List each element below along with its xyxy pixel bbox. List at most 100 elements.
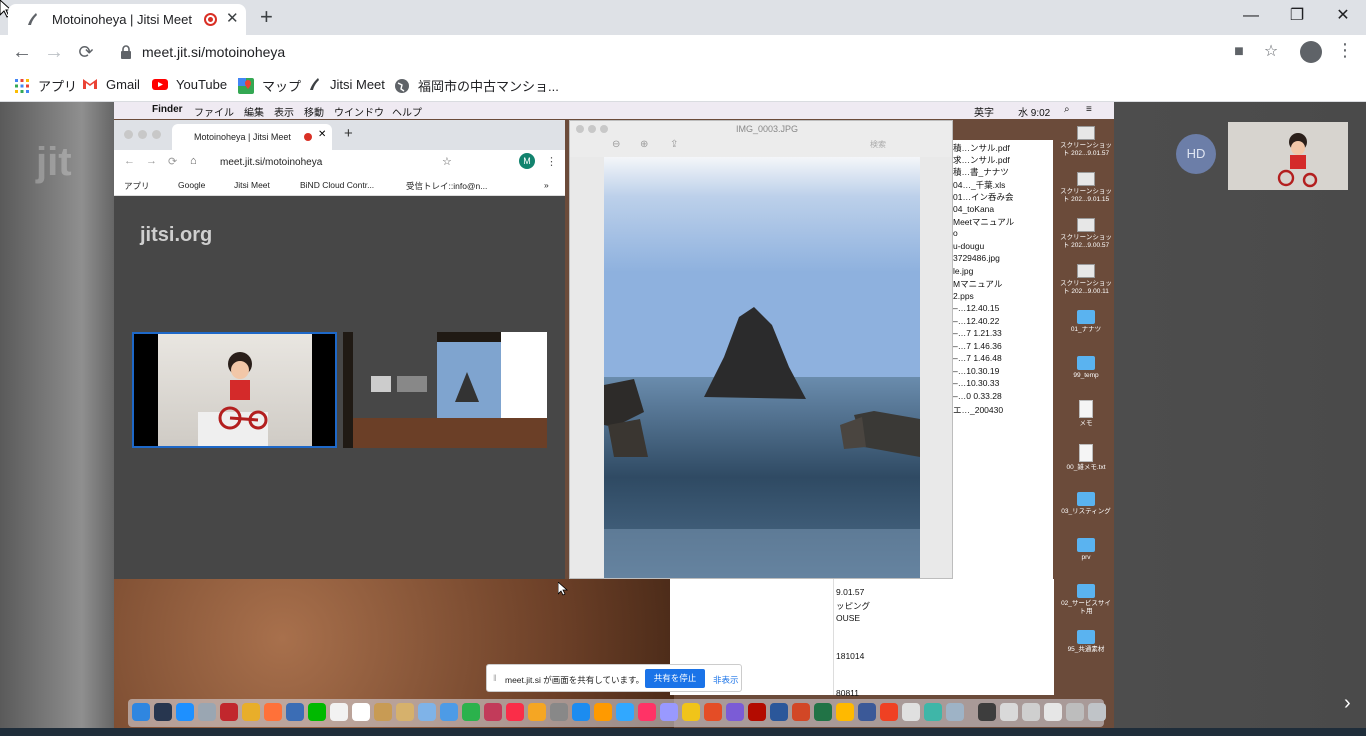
browser-app-icon[interactable]: [704, 703, 722, 721]
inner-bookmark-overflow[interactable]: »: [544, 180, 549, 190]
bookmark-gmail[interactable]: Gmail: [82, 76, 140, 92]
inner-reload-icon[interactable]: ⟳: [168, 155, 177, 168]
photos-app-icon[interactable]: [418, 703, 436, 721]
finder-file[interactable]: 求…ンサル.pdf: [953, 154, 1010, 166]
forward-button[interactable]: →: [42, 40, 66, 64]
share-icon[interactable]: ⇪: [670, 139, 678, 150]
outlook-app-icon[interactable]: [836, 703, 854, 721]
camera-icon[interactable]: ■: [1230, 43, 1248, 61]
notes-app-icon[interactable]: [330, 703, 348, 721]
app-store-app-icon[interactable]: [572, 703, 590, 721]
desktop-folder[interactable]: 01_ナナツ: [1058, 310, 1114, 334]
desktop-folder[interactable]: prv: [1058, 538, 1114, 562]
finder-file[interactable]: –…7 1.46.36: [953, 341, 1002, 351]
inner-bookmark[interactable]: 受信トレイ::info@n...: [406, 180, 487, 192]
stack-folder-icon[interactable]: [1066, 703, 1084, 721]
archive-app-icon[interactable]: [396, 703, 414, 721]
tab-close-button[interactable]: ✕: [226, 9, 239, 27]
downloads-folder-icon[interactable]: [1000, 703, 1018, 721]
desktop-folder[interactable]: 02_サービスサイト用: [1058, 584, 1114, 616]
finder-file[interactable]: 80811: [836, 688, 859, 698]
profile-avatar-icon[interactable]: [1300, 41, 1322, 63]
rocket-app-icon[interactable]: [198, 703, 216, 721]
inner-bookmark[interactable]: BiND Cloud Contr...: [300, 180, 374, 190]
indesign-app-icon[interactable]: [638, 703, 656, 721]
preview-app-icon[interactable]: [286, 703, 304, 721]
safari-app-icon[interactable]: [176, 703, 194, 721]
inner-bookmark[interactable]: Google: [178, 180, 205, 190]
finder-file[interactable]: –…7 1.46.48: [953, 353, 1002, 363]
inner-url-text[interactable]: meet.jit.si/motoinoheya: [220, 157, 322, 168]
preview-search-field[interactable]: 検索: [870, 139, 886, 150]
desktop-document[interactable]: メモ: [1058, 400, 1114, 428]
inner-bookmark[interactable]: アプリ: [124, 180, 150, 192]
facebook-app-icon[interactable]: [858, 703, 876, 721]
stack-app-icon[interactable]: [946, 703, 964, 721]
desktop-screenshot-file[interactable]: スクリーンショット 202...9.01.15: [1058, 172, 1114, 204]
bookmark-fukuoka[interactable]: 福岡市の中古マンショ...: [394, 76, 559, 95]
bookmark-youtube[interactable]: YouTube: [152, 76, 227, 92]
spotlight-icon[interactable]: ⌕: [1064, 104, 1070, 115]
inner-star-icon[interactable]: ☆: [442, 155, 452, 168]
window-close-dot[interactable]: [124, 130, 133, 139]
stop-sharing-button[interactable]: 共有を停止: [645, 669, 705, 688]
finder-app-icon[interactable]: [132, 703, 150, 721]
zoom-out-icon[interactable]: ⊖: [612, 139, 620, 150]
finder-file[interactable]: –…7 1.21.33: [953, 328, 1002, 338]
powerpoint-app-icon[interactable]: [792, 703, 810, 721]
finder-file[interactable]: –…10.30.19: [953, 366, 999, 376]
new-tab-button[interactable]: +: [260, 4, 273, 30]
photobooth-app-icon[interactable]: [484, 703, 502, 721]
finder-file[interactable]: –…10.30.33: [953, 378, 999, 388]
inner-menu-icon[interactable]: ⋮: [546, 155, 557, 168]
desktop-folder[interactable]: 95_共通素材: [1058, 630, 1114, 654]
facetime-app-icon[interactable]: [462, 703, 480, 721]
preview-zoom-dot[interactable]: [600, 125, 608, 133]
books-app-icon[interactable]: [528, 703, 546, 721]
filezilla-app-icon[interactable]: [220, 703, 238, 721]
finder-file[interactable]: o: [953, 228, 958, 238]
finder-file[interactable]: –…0 0.33.28: [953, 391, 1002, 401]
address-bar[interactable]: meet.jit.si/motoinoheya ■ ☆: [108, 38, 1290, 66]
inner-tab-close-icon[interactable]: ✕: [318, 129, 326, 140]
hide-banner-button[interactable]: 非表示: [713, 674, 739, 686]
finder-file[interactable]: 積…ンサル.pdf: [953, 142, 1010, 154]
desktop-screenshot-file[interactable]: スクリーンショット 202...9.00.57: [1058, 218, 1114, 250]
finder-folder[interactable]: Meetマニュアル: [953, 216, 1014, 228]
zoom-in-icon[interactable]: ⊕: [640, 139, 648, 150]
mac-menu-help[interactable]: ヘルプ: [392, 104, 422, 119]
photoshop-app-icon[interactable]: [616, 703, 634, 721]
inner-profile-avatar[interactable]: M: [519, 153, 535, 169]
launchpad-app-icon[interactable]: [154, 703, 172, 721]
mac-menu-view[interactable]: 表示: [274, 104, 294, 119]
utility-app-icon[interactable]: [924, 703, 942, 721]
desktop-folder[interactable]: 03_リスティング: [1058, 492, 1114, 516]
preview-close-dot[interactable]: [576, 125, 584, 133]
finder-file[interactable]: 181014: [836, 651, 864, 661]
window-minimize-dot[interactable]: [138, 130, 147, 139]
close-window-button[interactable]: ✕: [1320, 4, 1366, 28]
restore-button[interactable]: ❐: [1274, 4, 1320, 28]
desktop-document[interactable]: 00_雑メモ.txt: [1058, 444, 1114, 472]
tab-active[interactable]: Motoinoheya | Jitsi Meet ✕: [8, 4, 246, 35]
inner-forward-icon[interactable]: →: [146, 155, 157, 167]
screen-app-icon[interactable]: [978, 703, 996, 721]
preview-minimize-dot[interactable]: [588, 125, 596, 133]
calendar-app-icon[interactable]: [352, 703, 370, 721]
browser-menu-button[interactable]: ⋮: [1336, 40, 1354, 61]
bookmark-maps[interactable]: マップ: [238, 76, 301, 95]
participant-avatar[interactable]: HD: [1176, 134, 1216, 174]
premiere-app-icon[interactable]: [660, 703, 678, 721]
finder-file[interactable]: エ…_200430: [953, 404, 1003, 416]
excel-app-icon[interactable]: [814, 703, 832, 721]
inner-back-icon[interactable]: ←: [124, 155, 135, 167]
music-app-icon[interactable]: [506, 703, 524, 721]
line-app-icon[interactable]: [308, 703, 326, 721]
reload-button[interactable]: ⟳: [74, 40, 98, 64]
mac-menu-window[interactable]: ウインドウ: [334, 104, 384, 119]
chrome-app-icon[interactable]: [242, 703, 260, 721]
grapher-app-icon[interactable]: [682, 703, 700, 721]
illustrator-app-icon[interactable]: [594, 703, 612, 721]
mac-menu-finder[interactable]: Finder: [152, 104, 183, 115]
inner-home-icon[interactable]: ⌂: [190, 155, 197, 167]
